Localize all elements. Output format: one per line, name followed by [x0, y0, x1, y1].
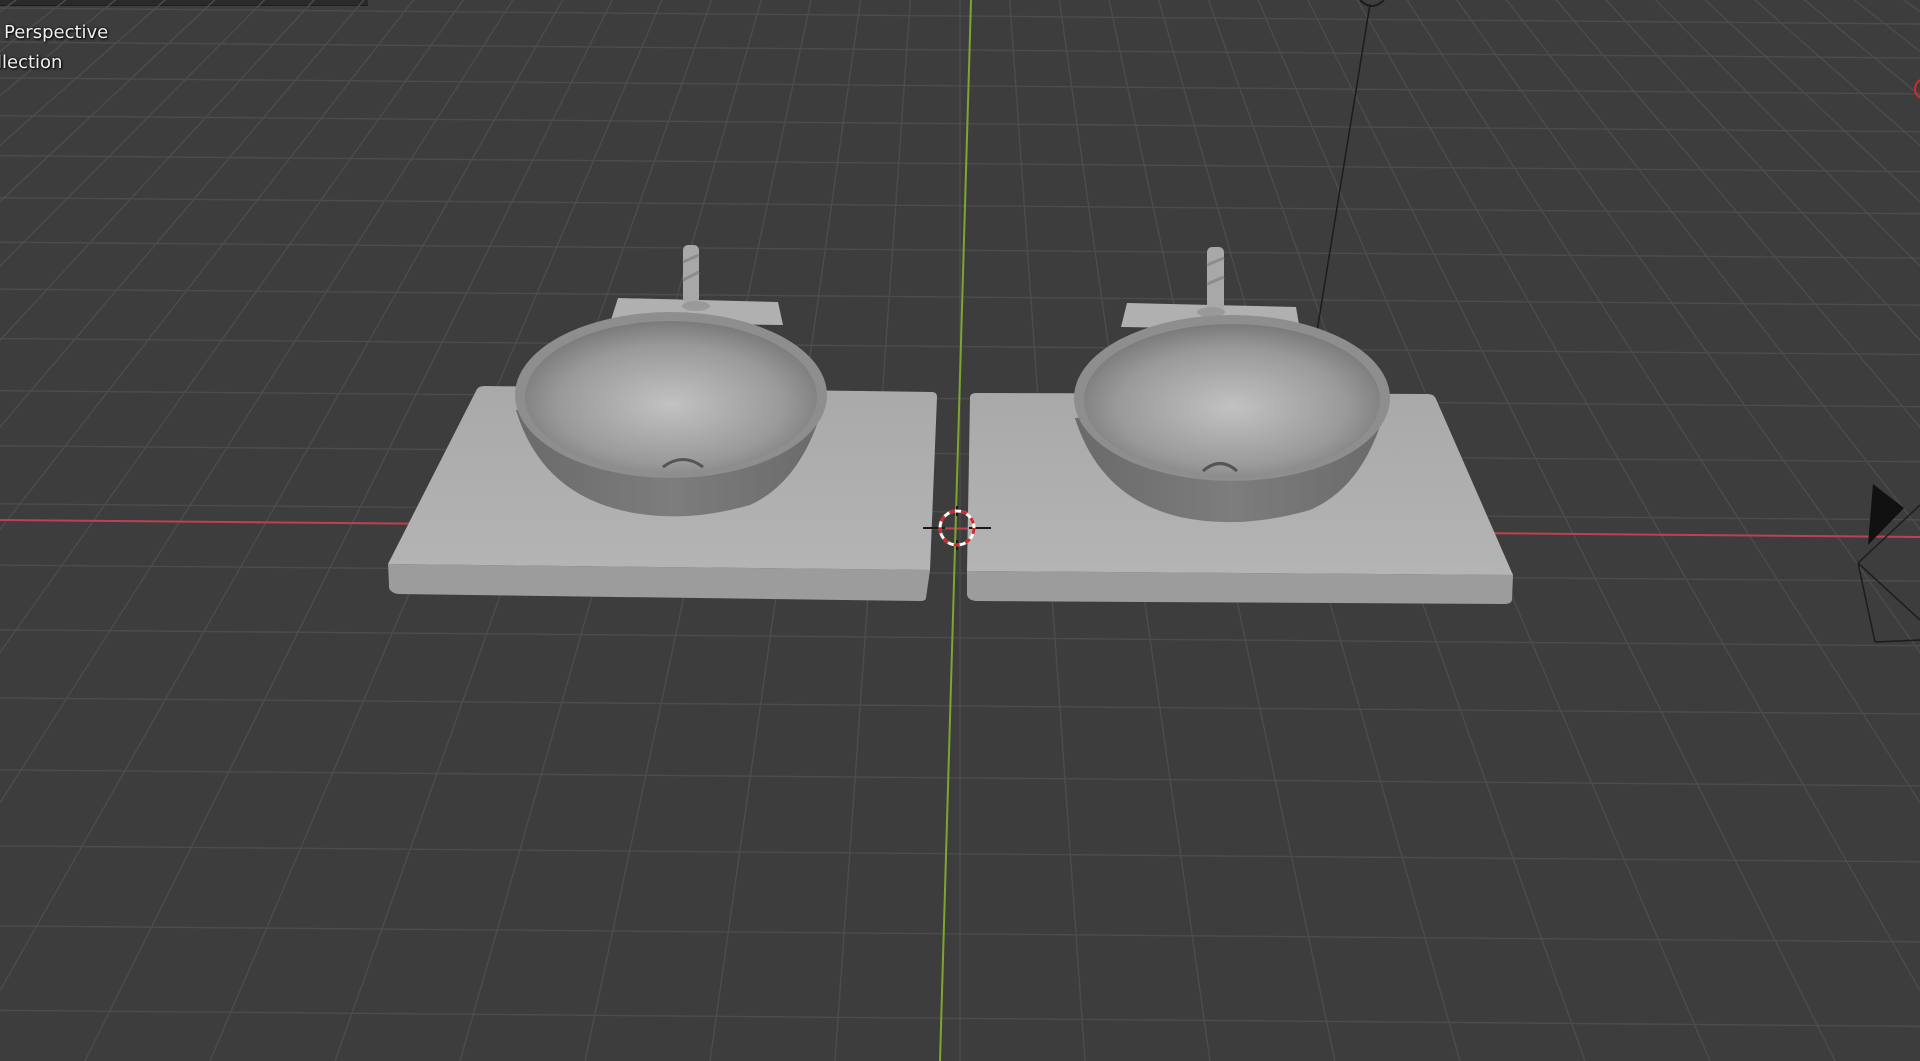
collection-label: ollection: [0, 52, 63, 73]
floor-grid: [0, 0, 1920, 1061]
3d-viewport[interactable]: Perspective ollection: [0, 0, 1920, 1061]
countertop-edge: [388, 564, 930, 601]
countertop-edge: [966, 571, 1513, 604]
view-mode-label: Perspective: [4, 22, 109, 43]
viewport-canvas[interactable]: [0, 0, 1920, 1061]
camera-icon[interactable]: [1857, 484, 1920, 643]
y-axis-line: [939, 0, 972, 1061]
origin-marker: [1914, 79, 1920, 99]
basin-left[interactable]: [388, 245, 937, 601]
